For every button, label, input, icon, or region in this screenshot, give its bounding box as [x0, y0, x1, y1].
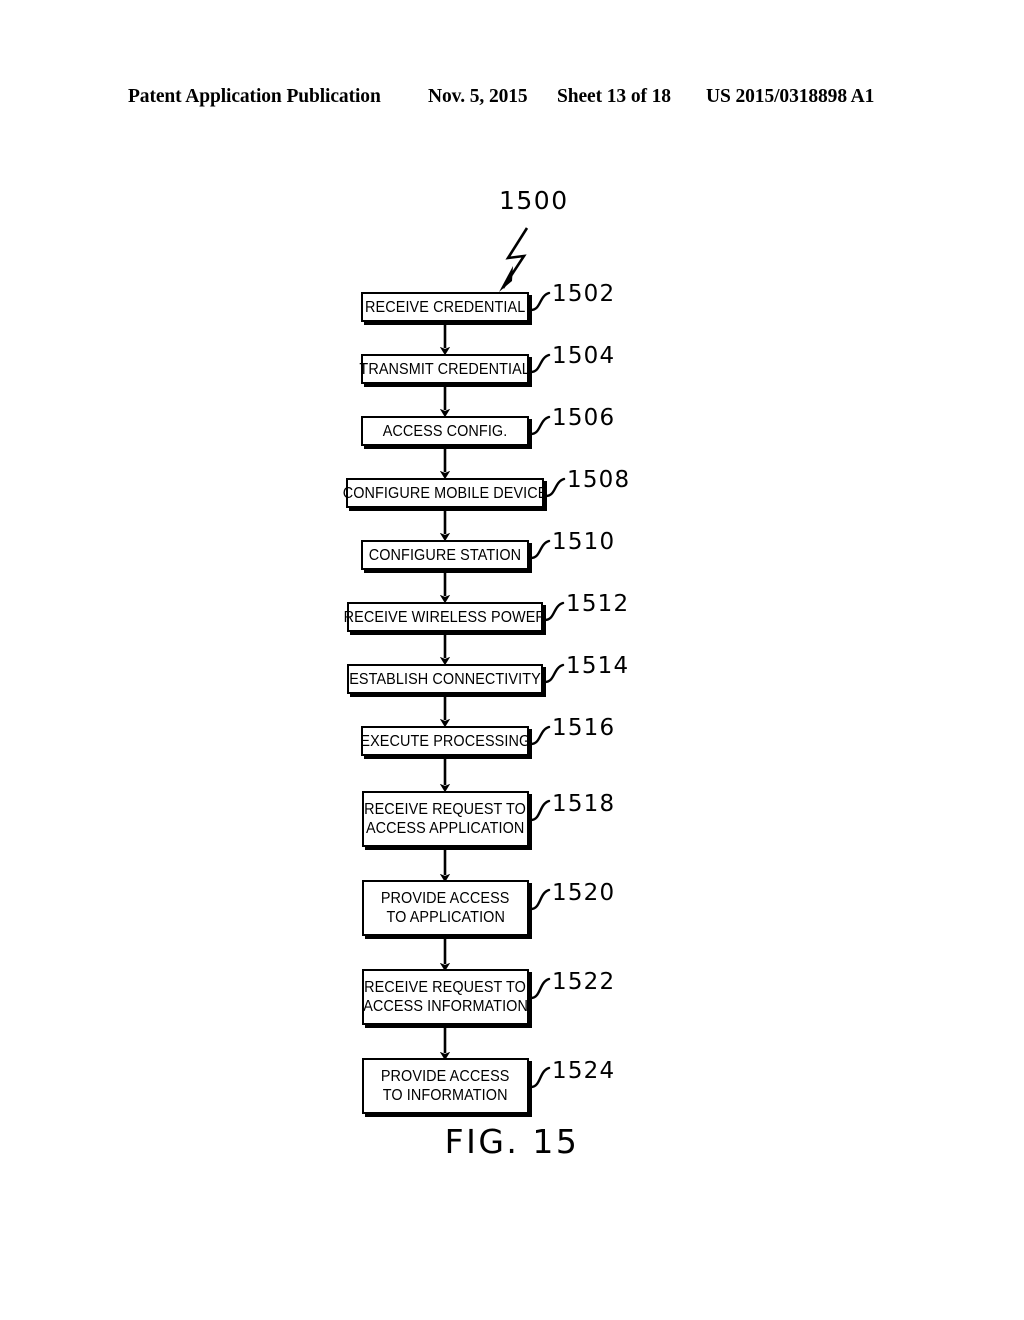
flow-step-1508[interactable]: CONFIGURE MOBILE DEVICE: [343, 478, 547, 508]
reference-numeral-1512: 1512: [566, 591, 630, 617]
figure-15-drawing: 1500 RECEIVE CREDENTIAL 1502 TRANSMIT CR…: [0, 0, 1024, 1320]
reference-numeral-1502: 1502: [552, 281, 616, 307]
flow-step-1518-line-2: ACCESS APPLICATION: [366, 820, 525, 837]
flow-step-1524[interactable]: PROVIDE ACCESS TO INFORMATION: [362, 1058, 529, 1114]
flow-step-1522-line-1: RECEIVE REQUEST TO: [364, 979, 527, 996]
flow-step-1518-line-1: RECEIVE REQUEST TO: [364, 801, 527, 818]
flow-step-1514-line-1: ESTABLISH CONNECTIVITY: [349, 670, 541, 688]
flow-step-1514[interactable]: ESTABLISH CONNECTIVITY: [347, 664, 543, 694]
reference-numeral-1524: 1524: [552, 1058, 616, 1084]
reference-numeral-1510: 1510: [552, 529, 616, 555]
flow-step-1510-line-1: CONFIGURE STATION: [368, 546, 522, 564]
flow-step-1520-line-2: TO APPLICATION: [386, 909, 505, 926]
flow-step-1504-line-1: TRANSMIT CREDENTIAL: [359, 360, 531, 378]
reference-numeral-1504: 1504: [552, 343, 616, 369]
flow-step-1522[interactable]: RECEIVE REQUEST TO ACCESS INFORMATION: [362, 969, 529, 1025]
flow-step-1504[interactable]: TRANSMIT CREDENTIAL: [359, 354, 531, 384]
flow-step-1506[interactable]: ACCESS CONFIG.: [361, 416, 529, 446]
flow-step-1516-line-1: EXECUTE PROCESSING: [360, 732, 530, 750]
reference-numeral-1520: 1520: [552, 880, 616, 906]
reference-numeral-1518: 1518: [552, 791, 616, 817]
flow-step-1520[interactable]: PROVIDE ACCESS TO APPLICATION: [362, 880, 529, 936]
reference-numeral-1516: 1516: [552, 715, 616, 741]
flow-step-1508-line-1: CONFIGURE MOBILE DEVICE: [342, 484, 548, 502]
figure-caption: FIG. 15: [444, 1122, 580, 1161]
flow-step-1520-line-1: PROVIDE ACCESS: [381, 890, 510, 907]
flow-step-1512[interactable]: RECEIVE WIRELESS POWER: [343, 602, 547, 632]
flow-step-1524-line-2: TO INFORMATION: [383, 1087, 508, 1104]
flow-step-1512-line-1: RECEIVE WIRELESS POWER: [343, 608, 547, 626]
flow-step-1502-line-1: RECEIVE CREDENTIAL: [364, 298, 526, 316]
flow-step-1524-line-1: PROVIDE ACCESS: [381, 1068, 510, 1085]
figure-ref-leader-arrow: [499, 227, 529, 292]
reference-numeral-1522: 1522: [552, 969, 616, 995]
flow-step-1510[interactable]: CONFIGURE STATION: [361, 540, 529, 570]
figure-reference-numeral-1500: 1500: [499, 186, 569, 215]
flow-step-1522-line-2: ACCESS INFORMATION: [363, 998, 528, 1015]
flow-step-1516[interactable]: EXECUTE PROCESSING: [360, 726, 530, 756]
flow-step-1518[interactable]: RECEIVE REQUEST TO ACCESS APPLICATION: [362, 791, 529, 847]
reference-numeral-1514: 1514: [566, 653, 630, 679]
reference-numeral-1506: 1506: [552, 405, 616, 431]
reference-numeral-1508: 1508: [567, 467, 631, 493]
flow-step-1502[interactable]: RECEIVE CREDENTIAL: [361, 292, 529, 322]
flow-step-1506-line-1: ACCESS CONFIG.: [382, 422, 508, 440]
